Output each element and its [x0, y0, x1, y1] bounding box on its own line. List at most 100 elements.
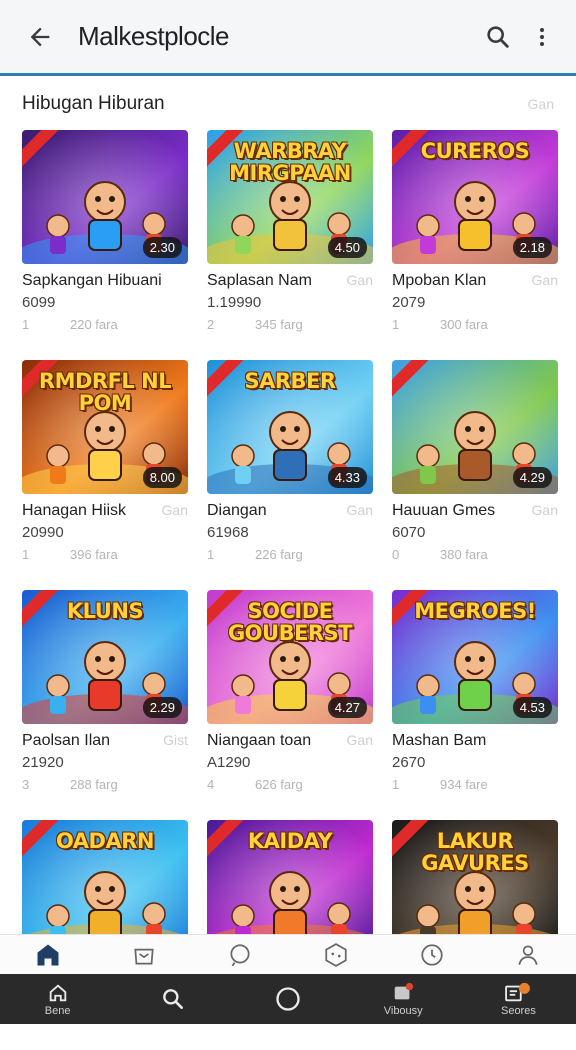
rating-badge: 4.50	[327, 237, 367, 258]
tab-chat[interactable]	[192, 935, 288, 974]
game-name: Hauuan Gmes	[392, 502, 496, 519]
arrow-left-icon	[30, 27, 50, 46]
game-card[interactable]: CUREROS 2.18 Mpoban Klan Gan 2079 1 300 …	[392, 130, 558, 360]
game-card[interactable]: SARBER 4.33 Diangan Gan 61968 1 226 farg	[207, 360, 373, 590]
section-link[interactable]: Gan	[528, 96, 554, 112]
rating-badge: 4.29	[512, 467, 552, 488]
tab-store[interactable]	[96, 935, 192, 974]
rating-badge: 4.33	[327, 467, 367, 488]
game-stat-b: 345 farg	[255, 317, 303, 332]
game-thumbnail[interactable]: MEGROES! 4.53	[392, 590, 558, 724]
game-price: Gan	[346, 502, 373, 518]
sysnav-search[interactable]	[115, 974, 230, 1024]
game-stats: 0 380 fara	[392, 547, 558, 562]
game-name: Sapkangan Hibuani	[22, 272, 162, 289]
game-stat-b: 300 fara	[440, 317, 488, 332]
game-subtitle: 2079	[392, 294, 426, 311]
game-subtitle: 20990	[22, 524, 64, 541]
person-icon	[518, 944, 538, 965]
game-name-row: Saplasan Nam Gan	[207, 272, 373, 290]
rating-badge: 4.27	[327, 697, 367, 718]
game-price: Gan	[161, 502, 188, 518]
game-price: Gan	[531, 272, 558, 288]
game-card[interactable]: KLUNS 2.29 Paolsan Ilan Gist 21920 3 288…	[22, 590, 188, 820]
game-stat-a: 1	[392, 317, 400, 332]
game-meta: Hanagan Hiisk Gan 20990 1 396 fara	[22, 494, 188, 562]
game-stat-a: 2	[207, 317, 215, 332]
game-card[interactable]: SOCIDE GOUBERST 4.27 Niangaan toan Gan A…	[207, 590, 373, 820]
game-subtitle: 21920	[22, 754, 64, 771]
game-thumbnail[interactable]: CUREROS 2.18	[392, 130, 558, 264]
more-button[interactable]	[520, 15, 564, 59]
game-subtitle: 6070	[392, 524, 426, 541]
game-art-title: SARBER	[244, 369, 336, 393]
game-stat-b: 226 farg	[255, 547, 303, 562]
game-meta: Hauuan Gmes Gan 6070 0 380 fara	[392, 494, 558, 562]
search-icon	[487, 25, 509, 48]
more-vert-icon	[540, 27, 544, 46]
game-name-row: Diangan Gan	[207, 502, 373, 520]
tab-history[interactable]	[384, 935, 480, 974]
tab-profile[interactable]	[480, 935, 576, 974]
game-card[interactable]: MEGROES! 4.53 Mashan Bam 2670 1 934 fare	[392, 590, 558, 820]
sysnav-notifications[interactable]: Vibousy	[346, 974, 461, 1024]
clock-icon	[421, 943, 443, 966]
game-name: Paolsan Ilan	[22, 732, 111, 749]
sysnav-games[interactable]: Seores	[461, 974, 576, 1024]
game-thumbnail[interactable]: RMDRFL NL POM 8.00	[22, 360, 188, 494]
dice-icon	[325, 942, 347, 967]
game-name: Diangan	[207, 502, 267, 519]
game-thumbnail[interactable]: SOCIDE GOUBERST 4.27	[207, 590, 373, 724]
game-name-row: Sapkangan Hibuani	[22, 272, 188, 290]
game-stat-b: 626 farg	[255, 777, 303, 792]
game-art-title: RMDRFL NL POM	[38, 369, 172, 415]
game-subtitle: A1290	[207, 754, 251, 771]
game-thumbnail[interactable]: SARBER 4.33	[207, 360, 373, 494]
sysnav-circle[interactable]	[230, 974, 345, 1024]
game-stat-b: 396 fara	[70, 547, 118, 562]
section-header: Hibugan Hiburan Gan	[22, 88, 554, 120]
game-thumbnail[interactable]: KLUNS 2.29	[22, 590, 188, 724]
system-nav-bar: Bene Vibousy Seores	[0, 974, 576, 1024]
game-stat-b: 220 fara	[70, 317, 118, 332]
tab-dice[interactable]	[288, 935, 384, 974]
game-stat-a: 1	[207, 547, 215, 562]
game-stat-a: 3	[22, 777, 30, 792]
game-card[interactable]: RMDRFL NL POM 8.00 Hanagan Hiisk Gan 209…	[22, 360, 188, 590]
game-stat-a: 1	[22, 547, 30, 562]
game-art-title: KLUNS	[66, 599, 144, 623]
game-art-title: MEGROES!	[414, 599, 536, 623]
game-meta: Sapkangan Hibuani 6099 1 220 fara	[22, 264, 188, 332]
game-meta: Mashan Bam 2670 1 934 fare	[392, 724, 558, 792]
search-button[interactable]	[476, 15, 520, 59]
game-thumbnail[interactable]: 2.30	[22, 130, 188, 264]
rating-badge: 2.18	[512, 237, 552, 258]
game-stat-a: 1	[392, 777, 400, 792]
game-meta: Diangan Gan 61968 1 226 farg	[207, 494, 373, 562]
game-art-title: SOCIDE GOUBERST	[227, 599, 353, 645]
game-name-row: Niangaan toan Gan	[207, 732, 373, 750]
game-name: Saplasan Nam	[207, 272, 312, 289]
game-name-row: Mpoban Klan Gan	[392, 272, 558, 290]
sysnav-games-label: Seores	[500, 1004, 536, 1017]
game-meta: Niangaan toan Gan A1290 4 626 farg	[207, 724, 373, 792]
game-stat-a: 0	[392, 547, 400, 562]
game-price: Gist	[163, 732, 188, 748]
tab-home[interactable]	[0, 935, 96, 974]
game-name: Niangaan toan	[207, 732, 312, 749]
game-thumbnail[interactable]: 4.29	[392, 360, 558, 494]
game-card[interactable]: 2.30 Sapkangan Hibuani 6099 1 220 fara	[22, 130, 188, 360]
game-thumbnail[interactable]: WARBRAY MIRGPAAN 4.50	[207, 130, 373, 264]
game-name-row: Paolsan Ilan Gist	[22, 732, 188, 750]
sysnav-home[interactable]: Bene	[0, 974, 115, 1024]
circle-icon	[276, 987, 300, 1011]
rating-badge: 8.00	[142, 467, 182, 488]
back-button[interactable]	[16, 13, 64, 61]
game-stat-b: 380 fara	[440, 547, 488, 562]
game-subtitle: 1.19990	[207, 294, 262, 311]
search-icon	[162, 989, 183, 1009]
game-card[interactable]: 4.29 Hauuan Gmes Gan 6070 0 380 fara	[392, 360, 558, 590]
notification-icon	[394, 982, 414, 999]
rating-badge: 2.30	[142, 237, 182, 258]
game-card[interactable]: WARBRAY MIRGPAAN 4.50 Saplasan Nam Gan 1…	[207, 130, 373, 360]
